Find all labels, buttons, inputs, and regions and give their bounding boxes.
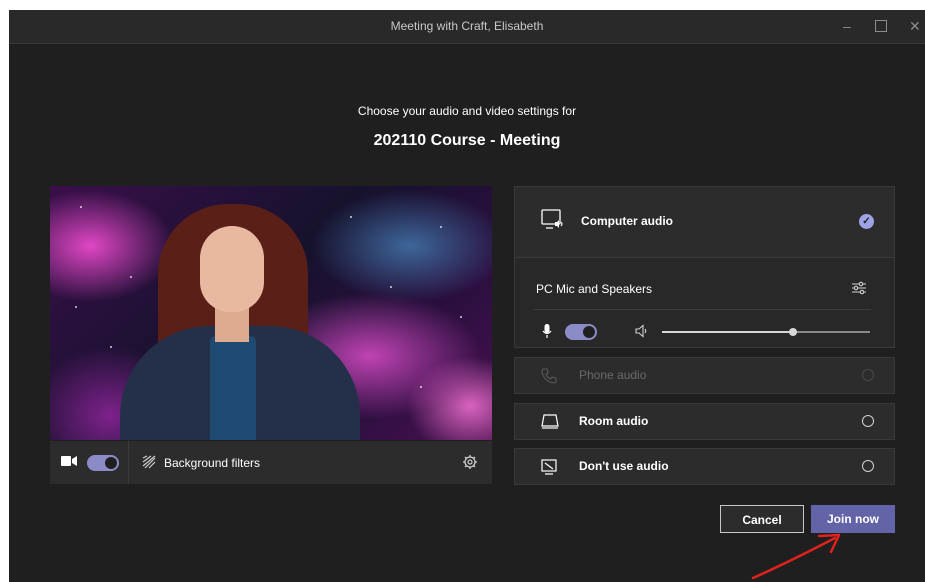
room-audio-label: Room audio — [579, 414, 649, 428]
meeting-title: 202110 Course - Meeting — [373, 132, 561, 149]
video-preview — [50, 186, 492, 440]
computer-audio-label: Computer audio — [581, 214, 673, 228]
divider — [533, 309, 871, 310]
room-audio-icon — [541, 414, 559, 429]
audio-device-panel: PC Mic and Speakers — [514, 258, 895, 348]
no-audio-label: Don't use audio — [579, 459, 669, 473]
divider — [128, 441, 129, 484]
microphone-toggle[interactable] — [565, 324, 597, 340]
volume-handle[interactable] — [789, 328, 798, 336]
phone-audio-label: Phone audio — [579, 368, 647, 382]
settings-prompt: Choose your audio and video settings for — [357, 104, 577, 118]
audio-device-label: PC Mic and Speakers — [536, 282, 653, 296]
participant-top — [210, 336, 256, 440]
title-bar: Meeting with Craft, Elisabeth – ✕ — [9, 10, 925, 44]
no-audio-radio[interactable] — [862, 460, 874, 472]
background-filters-icon — [142, 455, 156, 469]
no-audio-icon — [541, 459, 557, 475]
room-audio-option[interactable]: Room audio — [514, 403, 895, 440]
selected-check-icon: ✓ — [859, 214, 874, 229]
no-audio-option[interactable]: Don't use audio — [514, 448, 895, 485]
speaker-volume-slider[interactable] — [662, 328, 870, 336]
join-now-button[interactable]: Join now — [811, 505, 895, 533]
cancel-button[interactable]: Cancel — [720, 505, 804, 533]
camera-icon — [61, 456, 77, 466]
close-icon[interactable]: ✕ — [909, 18, 921, 34]
volume-fill — [662, 331, 794, 333]
phone-audio-radio — [862, 369, 874, 381]
red-arrow-annotation — [751, 533, 841, 580]
computer-audio-option[interactable]: Computer audio ✓ — [514, 186, 895, 258]
settings-gear-icon[interactable] — [462, 454, 478, 470]
phone-audio-option: Phone audio — [514, 357, 895, 394]
phone-icon — [541, 368, 557, 384]
meeting-prejoin-window: Meeting with Craft, Elisabeth – ✕ Choose… — [9, 10, 925, 582]
device-settings-icon[interactable] — [851, 281, 867, 295]
participant-face — [200, 226, 264, 312]
camera-toggle[interactable] — [87, 455, 119, 471]
video-controls-bar: Background filters — [50, 441, 492, 484]
computer-audio-icon — [541, 209, 563, 229]
room-audio-radio[interactable] — [862, 415, 874, 427]
microphone-icon — [542, 324, 552, 338]
window-title: Meeting with Craft, Elisabeth — [390, 19, 544, 33]
minimize-icon[interactable]: – — [843, 18, 851, 34]
speaker-icon — [635, 324, 647, 338]
background-filters-button[interactable]: Background filters — [164, 456, 260, 470]
maximize-icon[interactable] — [875, 18, 887, 35]
